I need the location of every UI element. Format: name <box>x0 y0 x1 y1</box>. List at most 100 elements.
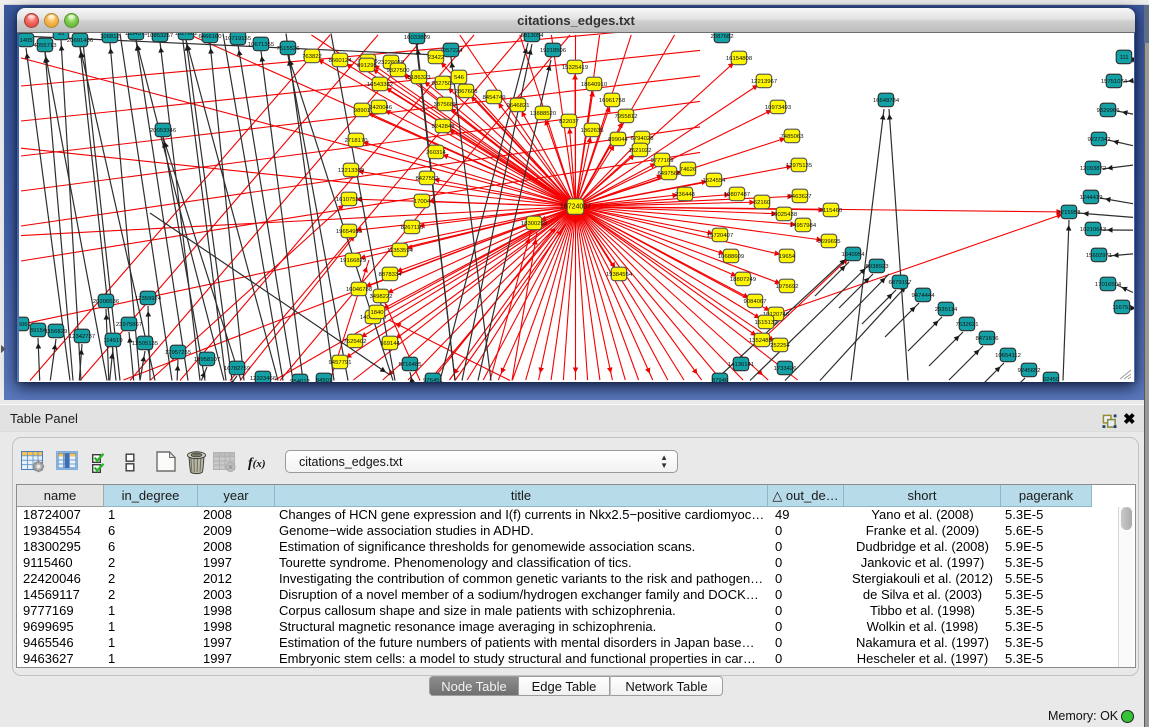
svg-text:23975867: 23975867 <box>116 322 142 328</box>
svg-text:1362635: 1362635 <box>581 128 605 134</box>
svg-text:976451: 976451 <box>423 378 443 382</box>
svg-text:763822: 763822 <box>302 54 322 60</box>
svg-text:12213309: 12213309 <box>338 168 364 174</box>
svg-text:9474444: 9474444 <box>912 293 936 299</box>
svg-text:252254: 252254 <box>770 343 790 349</box>
svg-text:10688609: 10688609 <box>718 254 744 260</box>
svg-text:1640954: 1640954 <box>842 252 866 258</box>
svg-text:20206536: 20206536 <box>93 299 120 305</box>
svg-text:19384554: 19384554 <box>606 272 633 278</box>
svg-text:111: 111 <box>1120 55 1129 61</box>
svg-text:1621022: 1621022 <box>629 148 652 154</box>
svg-text:7515526: 7515526 <box>277 46 301 52</box>
svg-text:1854371: 1854371 <box>125 33 148 37</box>
svg-text:9242848: 9242848 <box>432 124 456 130</box>
svg-text:899044: 899044 <box>608 137 628 143</box>
svg-text:8813054: 8813054 <box>521 33 545 39</box>
svg-text:87946: 87946 <box>712 378 729 382</box>
svg-text:6879197: 6879197 <box>889 280 912 286</box>
svg-text:6794028: 6794028 <box>631 136 655 142</box>
svg-text:10958107: 10958107 <box>194 357 220 363</box>
svg-text:10654112: 10654112 <box>995 353 1021 359</box>
svg-text:17957255: 17957255 <box>165 350 192 356</box>
svg-text:16648784: 16648784 <box>873 98 900 104</box>
svg-text:84501: 84501 <box>316 378 332 382</box>
svg-text:18807249: 18807249 <box>730 277 756 283</box>
svg-text:18724007: 18724007 <box>560 204 591 211</box>
svg-text:8427552: 8427552 <box>416 176 439 182</box>
svg-text:15692971: 15692971 <box>1086 253 1112 259</box>
svg-text:1215958: 1215958 <box>1058 210 1082 216</box>
svg-text:16961758: 16961758 <box>599 98 626 104</box>
svg-text:92450: 92450 <box>1043 377 1060 382</box>
svg-text:9329966: 9329966 <box>1097 108 1121 114</box>
svg-text:14957984: 14957984 <box>790 223 817 229</box>
svg-text:1624554: 1624554 <box>703 178 727 184</box>
svg-text:3498222: 3498222 <box>370 294 393 300</box>
svg-text:16107553: 16107553 <box>336 197 363 203</box>
svg-text:23422: 23422 <box>428 55 444 61</box>
svg-text:19166829: 19166829 <box>340 258 366 264</box>
svg-text:2718170: 2718170 <box>345 138 369 144</box>
svg-text:9227342: 9227342 <box>1088 137 1111 143</box>
svg-text:954012: 954012 <box>290 379 310 382</box>
svg-text:17359924: 17359924 <box>135 296 162 302</box>
svg-text:7625402: 7625402 <box>344 339 367 345</box>
svg-text:7632621: 7632621 <box>956 322 979 328</box>
svg-text:114519: 114519 <box>103 338 122 344</box>
svg-text:7955812: 7955812 <box>615 114 638 120</box>
svg-text:8878334: 8878334 <box>379 272 403 278</box>
svg-text:9646821: 9646821 <box>507 103 530 109</box>
svg-text:2087682: 2087682 <box>711 34 734 40</box>
svg-text:260314: 260314 <box>426 150 446 156</box>
svg-text:12342737: 12342737 <box>69 334 95 340</box>
svg-text:17016504: 17016504 <box>1095 282 1122 288</box>
svg-text:15720407: 15720407 <box>707 233 733 239</box>
svg-text:20053346: 20053346 <box>150 128 177 134</box>
svg-text:18300295: 18300295 <box>521 221 548 227</box>
svg-text:1244419: 1244419 <box>1080 195 1103 201</box>
svg-text:15325419: 15325419 <box>562 65 588 71</box>
svg-text:1733426: 1733426 <box>774 366 798 372</box>
svg-text:1405: 1405 <box>19 38 33 44</box>
svg-text:9463627: 9463627 <box>789 194 812 200</box>
svg-text:19218506: 19218506 <box>540 48 567 54</box>
svg-text:9245652: 9245652 <box>1018 368 1041 374</box>
svg-text:106812: 106812 <box>100 34 120 40</box>
svg-text:169144: 169144 <box>380 341 400 347</box>
svg-text:11353594: 11353594 <box>387 248 413 254</box>
svg-text:822037: 822037 <box>559 119 579 125</box>
svg-text:1975692: 1975692 <box>776 284 799 290</box>
svg-text:19654: 19654 <box>779 254 796 260</box>
svg-text:16154808: 16154808 <box>726 56 753 62</box>
svg-text:891295: 891295 <box>357 63 377 69</box>
svg-text:9115460: 9115460 <box>820 208 843 214</box>
svg-text:10210643: 10210643 <box>1080 227 1107 233</box>
svg-text:9327500: 9327500 <box>387 68 411 74</box>
svg-text:546: 546 <box>454 75 465 81</box>
svg-text:8454749: 8454749 <box>483 95 506 101</box>
svg-text:12323466: 12323466 <box>250 376 277 382</box>
svg-text:3875685: 3875685 <box>434 102 458 108</box>
svg-text:6497568: 6497568 <box>658 171 682 177</box>
svg-text:8186323: 8186323 <box>408 75 432 81</box>
svg-text:9699695: 9699695 <box>818 239 842 245</box>
svg-text:12213967: 12213967 <box>751 79 777 85</box>
svg-text:13888520: 13888520 <box>530 111 557 117</box>
svg-text:1527602: 1527602 <box>175 33 198 37</box>
svg-text:93: 93 <box>58 33 65 37</box>
svg-text:10025438: 10025438 <box>771 212 798 218</box>
svg-text:18640910: 18640910 <box>581 82 608 88</box>
svg-text:16033809: 16033809 <box>404 35 430 41</box>
svg-text:2935114: 2935114 <box>935 307 958 313</box>
svg-text:12975135: 12975135 <box>786 163 813 169</box>
svg-text:12093872: 12093872 <box>1080 166 1106 172</box>
svg-text:10807487: 10807487 <box>724 192 750 198</box>
svg-text:20691406: 20691406 <box>67 38 94 44</box>
svg-text:2867608: 2867608 <box>455 89 479 95</box>
svg-text:1156829: 1156829 <box>45 329 68 335</box>
svg-text:16782759: 16782759 <box>224 366 250 372</box>
svg-text:19654955: 19654955 <box>336 229 363 235</box>
svg-text:10853257: 10853257 <box>147 33 173 39</box>
svg-text:116753: 116753 <box>1112 305 1132 311</box>
